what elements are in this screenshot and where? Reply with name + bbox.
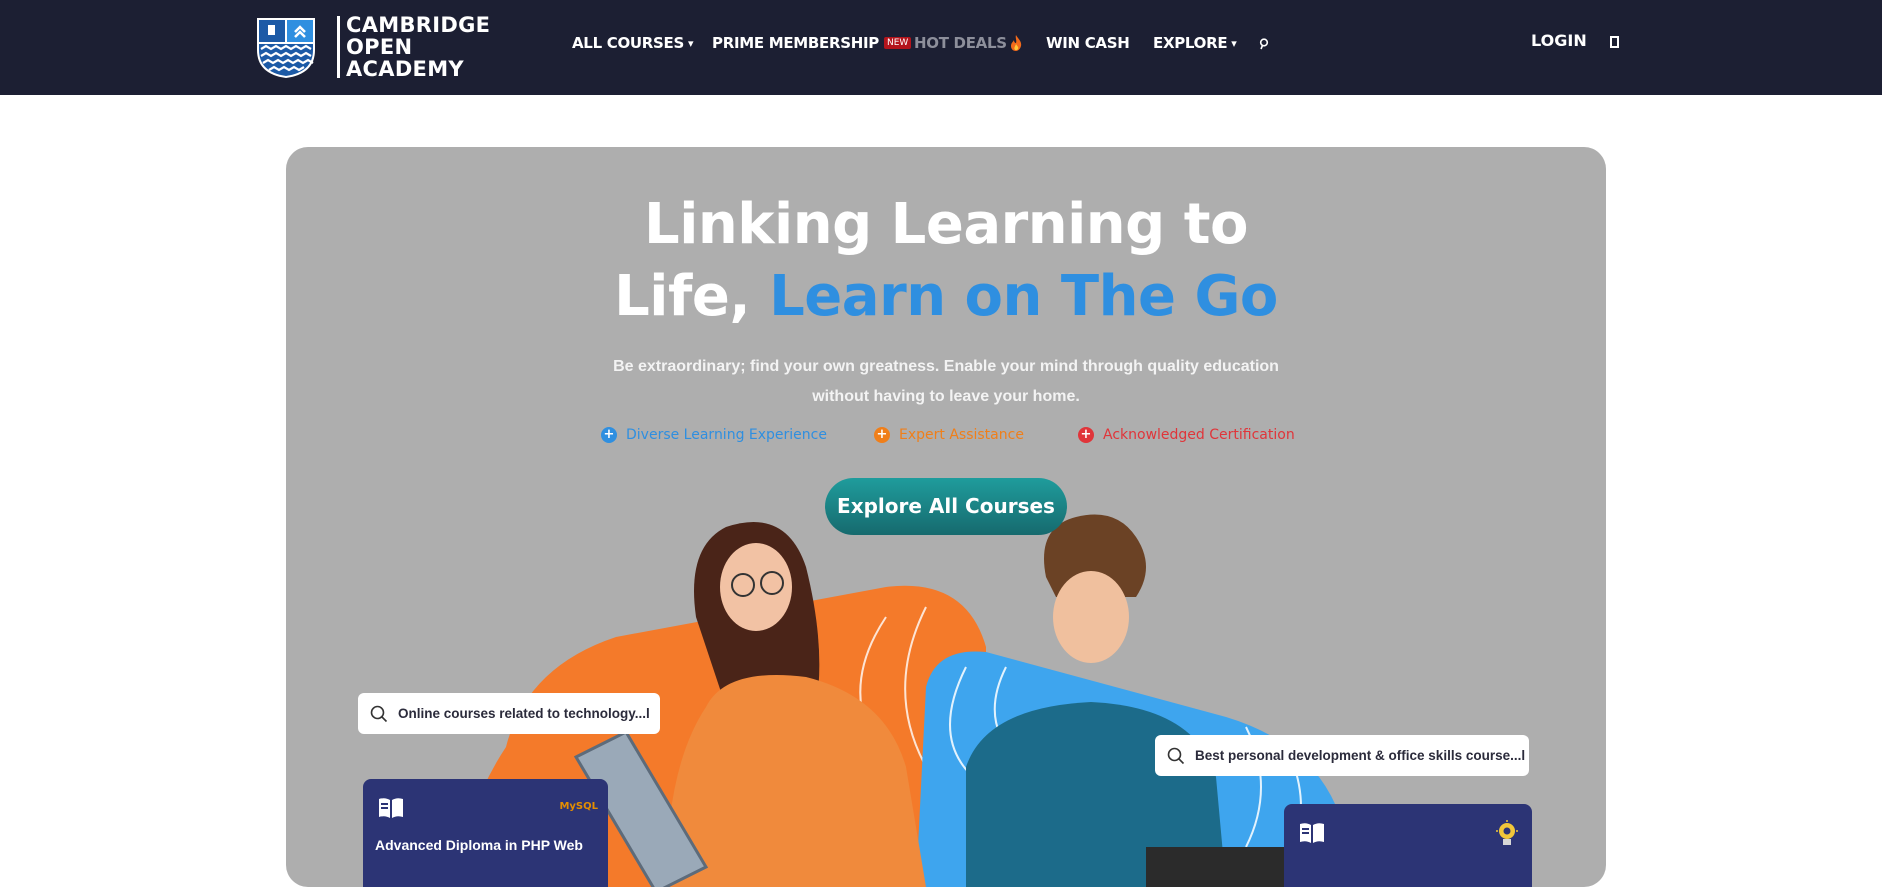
lightbulb-icon: [1496, 820, 1518, 845]
feature-item: + Expert Assistance: [874, 427, 1024, 443]
nav-label: PRIME MEMBERSHIP: [712, 34, 879, 52]
feature-item: + Diverse Learning Experience: [601, 427, 827, 443]
search-suggestion-right[interactable]: Best personal development & office skill…: [1155, 735, 1529, 776]
hero-title-accent: Learn on The Go: [769, 264, 1278, 329]
explore-all-courses-button[interactable]: Explore All Courses: [825, 478, 1067, 535]
chevron-down-icon: ▾: [1231, 36, 1237, 50]
nav-prime-membership[interactable]: PRIME MEMBERSHIP NEW: [712, 34, 912, 52]
search-icon[interactable]: [1259, 38, 1269, 50]
search-icon: [1167, 747, 1185, 764]
brand-name-line: CAMBRIDGE: [346, 13, 491, 37]
new-badge: NEW: [883, 37, 912, 49]
brand-name-line: ACADEMY: [346, 57, 464, 81]
top-navigation-bar: CAMBRIDGE OPEN ACADEMY ALL COURSES ▾ PRI…: [0, 0, 1882, 95]
nav-hot-deals[interactable]: HOT DEALS: [914, 34, 1023, 52]
open-book-icon: [379, 798, 403, 818]
brand-logo[interactable]: CAMBRIDGE OPEN ACADEMY: [255, 14, 490, 80]
hero-title: Linking Learning to Life, Learn on The G…: [286, 189, 1606, 333]
fire-icon: [1010, 35, 1021, 51]
laptop: [1146, 847, 1286, 887]
nav-all-courses[interactable]: ALL COURSES ▾: [572, 34, 694, 52]
hero-title-line2: Life, Learn on The Go: [286, 261, 1606, 333]
boy-face: [1053, 571, 1129, 663]
feature-label: Acknowledged Certification: [1103, 427, 1295, 443]
feature-item: + Acknowledged Certification: [1078, 427, 1295, 443]
hero-section: Linking Learning to Life, Learn on The G…: [286, 147, 1606, 887]
nav-win-cash[interactable]: WIN CASH: [1046, 34, 1130, 52]
plus-circle-icon: +: [601, 427, 617, 443]
course-card-php[interactable]: MySQL Advanced Diploma in PHP Web: [363, 779, 608, 887]
hero-subtitle: Be extraordinary; find your own greatnes…: [613, 358, 1279, 405]
search-suggestion-text: Best personal development & office skill…: [1195, 748, 1526, 763]
feature-label: Diverse Learning Experience: [626, 427, 827, 443]
feature-list: + Diverse Learning Experience + Expert A…: [286, 427, 1606, 449]
nav-label: WIN CASH: [1046, 34, 1130, 52]
mysql-logo: MySQL: [559, 801, 598, 812]
plus-circle-icon: +: [1078, 427, 1094, 443]
search-suggestion-left[interactable]: Online courses related to technology...l: [358, 693, 660, 734]
hero-title-plain: Life,: [614, 264, 770, 329]
hero-title-line1: Linking Learning to: [644, 192, 1248, 257]
cart-icon[interactable]: [1610, 36, 1619, 48]
nav-label: ALL COURSES: [572, 34, 684, 52]
feature-label: Expert Assistance: [899, 427, 1024, 443]
course-card-title: Advanced Diploma in PHP Web: [375, 837, 583, 853]
open-book-icon: [1300, 823, 1324, 843]
nav-explore[interactable]: EXPLORE ▾: [1153, 34, 1237, 52]
shield-logo-icon: [257, 18, 315, 78]
plus-circle-icon: +: [874, 427, 890, 443]
login-link[interactable]: LOGIN: [1531, 31, 1587, 50]
nav-label: EXPLORE: [1153, 34, 1228, 52]
search-suggestion-text: Online courses related to technology...l: [398, 706, 650, 721]
brand-name-line: OPEN: [346, 35, 413, 59]
nav-label: HOT DEALS: [914, 34, 1007, 52]
logo-divider: [337, 16, 340, 78]
course-card-personal-development[interactable]: [1284, 804, 1532, 887]
brand-name: CAMBRIDGE OPEN ACADEMY: [346, 14, 490, 80]
search-icon: [370, 705, 388, 722]
chevron-down-icon: ▾: [688, 36, 694, 50]
